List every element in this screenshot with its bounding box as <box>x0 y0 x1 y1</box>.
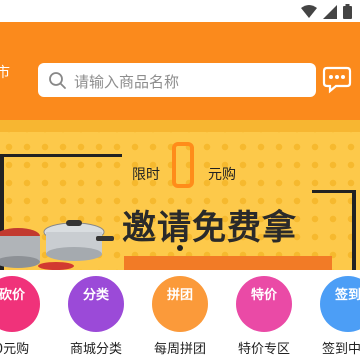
nav-item-category[interactable]: 分类 商城分类 <box>56 276 136 357</box>
signal-icon <box>323 4 337 19</box>
nav-item-label: 签到中心 <box>321 342 360 357</box>
checkin-icon: 签到 <box>320 276 360 332</box>
bargain-icon: 砍价 <box>0 276 40 332</box>
special-offer-icon: 特价 <box>236 276 292 332</box>
banner-frame-top <box>0 154 122 157</box>
nav-item-label: 特价专区 <box>237 342 290 357</box>
nav-item-label: 商城分类 <box>69 342 122 357</box>
city-selector[interactable]: 市 <box>0 62 10 82</box>
banner-top-strip <box>0 120 360 132</box>
search-placeholder: 请输入商品名称 <box>74 73 180 91</box>
banner-limit-label: 限时 <box>132 167 160 183</box>
battery-icon <box>343 4 352 19</box>
wifi-icon <box>301 4 317 18</box>
category-icon: 分类 <box>68 276 124 332</box>
banner-headline: 邀请免费拿 <box>122 208 297 248</box>
nav-item-checkin[interactable]: 签到 签到中心 <box>308 276 360 357</box>
nav-item-bargain[interactable]: 砍价 0元购 <box>0 276 52 357</box>
nav-item-label: 每周拼团 <box>153 342 206 357</box>
banner-dot <box>177 245 183 251</box>
chat-icon[interactable] <box>322 64 352 94</box>
header-bar: 市 请输入商品名称 <box>0 22 360 120</box>
nav-item-group-buy[interactable]: 拼团 每周拼团 <box>140 276 220 357</box>
group-buy-icon: 拼团 <box>152 276 208 332</box>
status-bar <box>0 0 360 22</box>
banner-zero-mark <box>172 142 194 188</box>
banner-frame-right <box>352 190 356 270</box>
banner-yuan-label: 元购 <box>208 167 236 183</box>
category-nav: 砍价 0元购 分类 商城分类 拼团 每周拼团 特价 特价专区 签到 签到中心 <box>0 270 360 360</box>
cookware-image <box>0 220 114 270</box>
search-input[interactable]: 请输入商品名称 <box>38 63 316 97</box>
banner-frame-right-top <box>312 190 356 193</box>
nav-item-label: 0元购 <box>0 342 30 357</box>
search-icon <box>49 72 66 89</box>
nav-item-special-offer[interactable]: 特价 特价专区 <box>224 276 304 357</box>
